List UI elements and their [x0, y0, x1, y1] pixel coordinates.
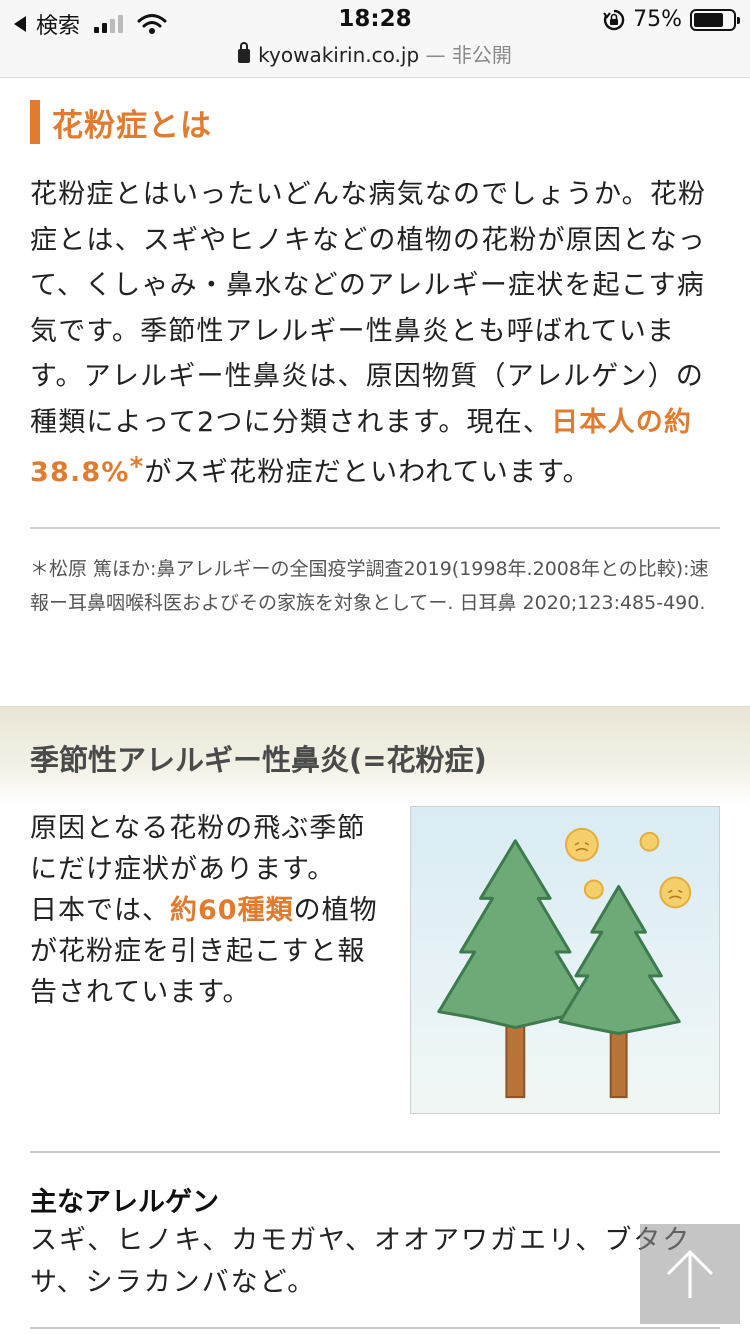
- url-domain: kyowakirin.co.jp: [258, 43, 420, 67]
- subsection-band: 季節性アレルギー性鼻炎(=花粉症): [0, 706, 750, 806]
- cedar-trees-pollen-illustration: [410, 806, 720, 1114]
- intro-paragraph: 花粉症とはいったいどんな病気なのでしょうか。花粉症とは、スギやヒノキなどの植物の…: [30, 172, 722, 496]
- subsection-title: 季節性アレルギー性鼻炎(=花粉症): [30, 743, 487, 777]
- cedar-tree-icon: [437, 839, 594, 1030]
- seasonal-text-a: 原因となる花粉の飛ぶ季節にだけ症状があります。: [30, 813, 366, 885]
- section-title: 花粉症とは: [52, 107, 212, 144]
- status-bar: 検索 18:28 75%: [0, 0, 750, 40]
- section-heading: 花粉症とは: [30, 100, 212, 144]
- allergens-title: 主なアレルゲン: [30, 1187, 219, 1218]
- seasonal-paragraph: 原因となる花粉の飛ぶ季節にだけ症状があります。 日本では、約60種類の植物が花粉症…: [30, 808, 380, 1013]
- tree-illustration-svg: [437, 827, 692, 1099]
- footnote: ＊松原 篤ほか:鼻アレルギーの全国疫学調査2019(1998年.2008年との比…: [30, 558, 709, 614]
- allergens-list: スギ、ヒノキ、カモガヤ、オオアワガエリ、ブタクサ、シラカンバなど。: [30, 1225, 692, 1298]
- footnote-marker: *: [129, 452, 145, 482]
- url-bar[interactable]: kyowakirin.co.jp — 非公開: [0, 40, 750, 78]
- pollen-icon: [565, 827, 692, 909]
- rotation-lock-icon: [603, 9, 625, 30]
- intro-text: 花粉症とはいったいどんな病気なのでしょうか。花粉症とは、スギやヒノキなどの植物の…: [30, 179, 707, 438]
- heading-accent-bar: [30, 100, 40, 144]
- cedar-tree-icon: [558, 884, 681, 1036]
- arrow-up-icon: [666, 1249, 714, 1298]
- intro-text-end: がスギ花粉症だといわれています。: [144, 457, 591, 488]
- battery-percent: 75%: [633, 7, 682, 32]
- divider: [30, 527, 720, 529]
- battery-icon: [690, 8, 740, 31]
- divider: [30, 1327, 720, 1329]
- padlock-icon: [238, 42, 251, 63]
- species-highlight: 約60種類: [170, 895, 294, 926]
- private-label: — 非公開: [419, 43, 512, 67]
- scroll-to-top-button[interactable]: [640, 1224, 740, 1324]
- divider: [30, 1151, 720, 1153]
- seasonal-text-b: 日本では、: [30, 895, 170, 926]
